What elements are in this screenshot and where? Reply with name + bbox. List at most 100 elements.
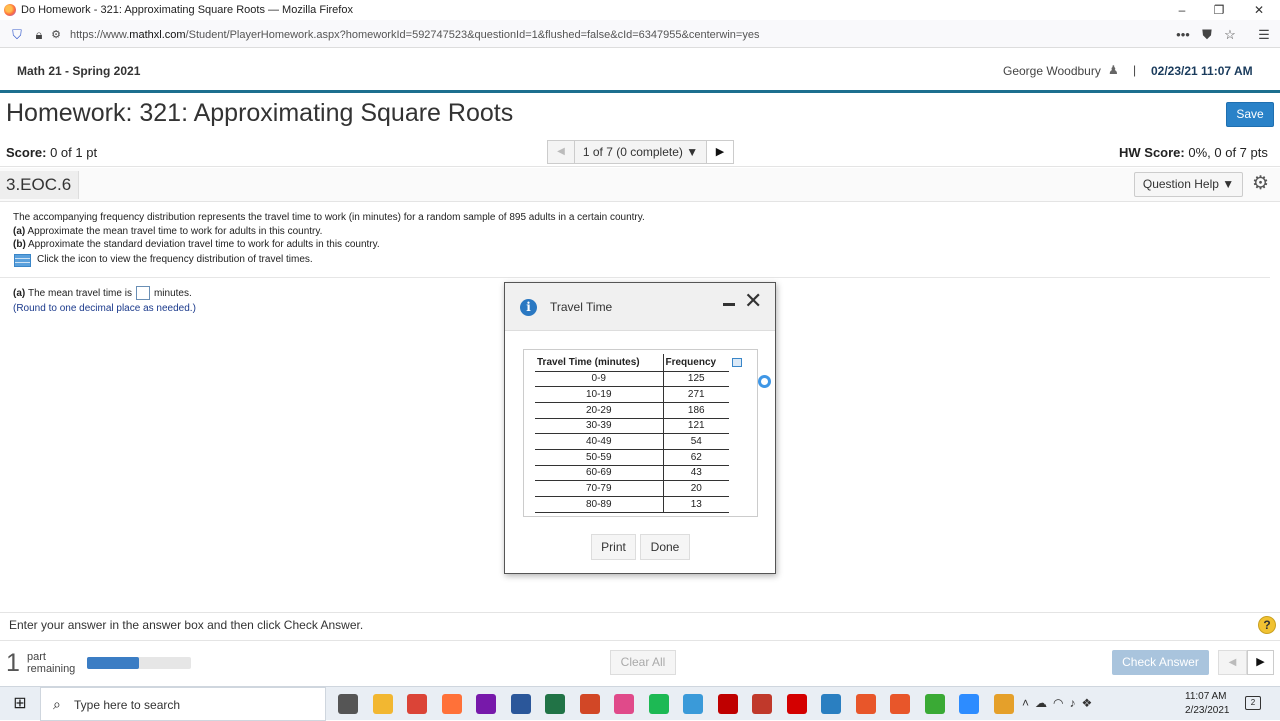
header-separator: | bbox=[1133, 63, 1137, 77]
close-icon[interactable]: ✕ bbox=[744, 290, 762, 312]
wifi-icon[interactable]: ◠ bbox=[1053, 696, 1069, 710]
app-icon[interactable] bbox=[890, 694, 910, 714]
question-help-button[interactable]: Question Help ▼ bbox=[1134, 172, 1243, 197]
user-name: George Woodbury bbox=[1003, 64, 1101, 78]
permissions-icon[interactable]: ⚙ bbox=[49, 23, 63, 47]
frequency-cell: 54 bbox=[663, 433, 729, 450]
filezilla-icon[interactable] bbox=[717, 694, 738, 714]
taskbar-search[interactable]: ⌕ Type here to search bbox=[40, 687, 326, 721]
dropbox-icon[interactable]: ❖ bbox=[1082, 696, 1099, 710]
next-question-button[interactable]: ▶ bbox=[707, 141, 733, 163]
range-cell: 80-89 bbox=[535, 496, 664, 513]
file-explorer-icon[interactable] bbox=[372, 694, 393, 714]
range-cell: 60-69 bbox=[535, 465, 664, 482]
parts-label-line1: part bbox=[27, 651, 46, 663]
app-icon[interactable] bbox=[924, 694, 945, 714]
chrome-icon[interactable] bbox=[407, 694, 427, 714]
app-icon[interactable] bbox=[752, 694, 772, 714]
part-a-tag: (a) bbox=[13, 225, 26, 237]
app-icon[interactable] bbox=[683, 694, 703, 714]
print-button[interactable]: Print bbox=[591, 534, 636, 560]
notifications-icon[interactable]: 2 bbox=[1245, 696, 1261, 710]
question-part-b: (b) Approximate the standard deviation t… bbox=[13, 238, 913, 252]
url-text[interactable]: https://www.mathxl.com/Student/PlayerHom… bbox=[70, 23, 759, 47]
restore-window-button[interactable]: ❐ bbox=[1199, 0, 1239, 20]
score-label: Score: bbox=[6, 145, 47, 160]
mean-answer-input[interactable] bbox=[135, 286, 150, 300]
search-placeholder: Type here to search bbox=[74, 698, 181, 712]
excel-icon[interactable] bbox=[545, 694, 565, 714]
minimize-window-button[interactable]: – bbox=[1162, 0, 1202, 20]
clock-time[interactable]: 11:07 AM bbox=[1185, 691, 1227, 702]
minimize-dialog-button[interactable] bbox=[723, 303, 735, 306]
answer-line: (a) The mean travel time is minutes. bbox=[13, 286, 192, 300]
windows-start-icon[interactable]: ⊞ bbox=[0, 687, 40, 721]
save-button[interactable]: Save bbox=[1226, 102, 1274, 127]
app-icon[interactable] bbox=[855, 694, 876, 714]
expand-table-icon[interactable] bbox=[732, 358, 742, 367]
range-cell: 0-9 bbox=[535, 371, 664, 388]
gear-icon[interactable]: ⚙ bbox=[1252, 173, 1269, 195]
pocket-icon[interactable]: ⛊ bbox=[1199, 23, 1215, 47]
answer-suffix: minutes. bbox=[153, 287, 192, 299]
table-row: 50-59 62 bbox=[535, 449, 729, 466]
next-question-button[interactable]: ▶ bbox=[1247, 650, 1274, 675]
parts-remaining-number: 1 bbox=[6, 649, 20, 677]
clear-all-button[interactable]: Clear All bbox=[610, 650, 676, 675]
cursor-highlight bbox=[758, 375, 771, 388]
onenote-icon[interactable] bbox=[476, 694, 496, 714]
acrobat-icon[interactable] bbox=[786, 694, 807, 714]
shield-icon[interactable]: ⛉ bbox=[10, 23, 24, 47]
clock-date[interactable]: 2/23/2021 bbox=[1185, 705, 1230, 716]
app-icon[interactable] bbox=[614, 694, 634, 714]
answer-tag: (a) bbox=[13, 287, 26, 299]
parts-label-line2: remaining bbox=[27, 663, 76, 675]
task-view-icon[interactable] bbox=[338, 694, 358, 714]
lock-icon[interactable]: 🔒︎ bbox=[33, 23, 45, 47]
cloud-icon[interactable]: ☁ bbox=[1035, 696, 1053, 710]
question-part-a: (a) Approximate the mean travel time to … bbox=[13, 225, 913, 239]
page-actions-icon[interactable]: ••• bbox=[1175, 23, 1191, 47]
url-bar[interactable]: ⛉ 🔒︎ ⚙ https://www.mathxl.com/Student/Pl… bbox=[0, 23, 1280, 47]
question-pager: ◀ 1 of 7 (0 complete) ▼ ▶ bbox=[547, 140, 734, 164]
instruction-text: Enter your answer in the answer box and … bbox=[0, 612, 1280, 636]
menu-icon[interactable]: ☰ bbox=[1256, 23, 1272, 47]
table-row: 60-69 43 bbox=[535, 465, 729, 482]
score-value: 0 of 1 pt bbox=[50, 145, 98, 160]
range-cell: 70-79 bbox=[535, 480, 664, 497]
volume-icon[interactable]: ♪ bbox=[1070, 696, 1082, 710]
progress-fill bbox=[87, 657, 139, 669]
app-icon[interactable] bbox=[821, 694, 841, 714]
zoom-icon[interactable] bbox=[959, 694, 979, 714]
app-icon[interactable] bbox=[993, 694, 1014, 714]
url-path: /Student/PlayerHomework.aspx?homeworkId=… bbox=[185, 29, 760, 41]
spotify-icon[interactable] bbox=[648, 694, 669, 714]
check-answer-button[interactable]: Check Answer bbox=[1112, 650, 1209, 675]
question-selector[interactable]: 1 of 7 (0 complete) ▼ bbox=[575, 141, 707, 163]
done-button[interactable]: Done bbox=[640, 534, 690, 560]
frequency-cell: 20 bbox=[663, 480, 729, 497]
url-prefix: https://www. bbox=[70, 29, 130, 41]
chevron-up-icon[interactable]: ˄ bbox=[1022, 696, 1035, 710]
chevron-down-icon: ▼ bbox=[686, 145, 699, 159]
part-b-text: Approximate the standard deviation trave… bbox=[25, 239, 380, 250]
powerpoint-icon[interactable] bbox=[579, 694, 600, 714]
previous-question-button[interactable]: ◀ bbox=[548, 141, 575, 163]
bookmark-star-icon[interactable]: ☆ bbox=[1222, 23, 1238, 47]
previous-question-button[interactable]: ◀ bbox=[1218, 650, 1247, 675]
table-row: 70-79 20 bbox=[535, 480, 729, 497]
score-row: Score: 0 of 1 pt ◀ 1 of 7 (0 complete) ▼… bbox=[0, 139, 1280, 167]
close-window-button[interactable]: ✕ bbox=[1239, 0, 1279, 20]
help-icon[interactable]: ? bbox=[1258, 616, 1276, 634]
column-header-frequency: Frequency bbox=[663, 354, 729, 372]
data-table-icon[interactable] bbox=[14, 254, 31, 267]
frequency-cell: 186 bbox=[663, 402, 729, 419]
firefox-icon[interactable] bbox=[441, 694, 462, 714]
word-icon[interactable] bbox=[510, 694, 531, 714]
window-title: Do Homework - 321: Approximating Square … bbox=[21, 4, 353, 16]
score: Score: 0 of 1 pt bbox=[6, 145, 97, 160]
course-name[interactable]: Math 21 - Spring 2021 bbox=[17, 64, 140, 78]
hw-score: HW Score: 0%, 0 of 7 pts bbox=[1119, 145, 1268, 160]
dialog-header[interactable]: i Travel Time ✕ bbox=[505, 283, 775, 331]
frequency-cell: 62 bbox=[663, 449, 729, 466]
